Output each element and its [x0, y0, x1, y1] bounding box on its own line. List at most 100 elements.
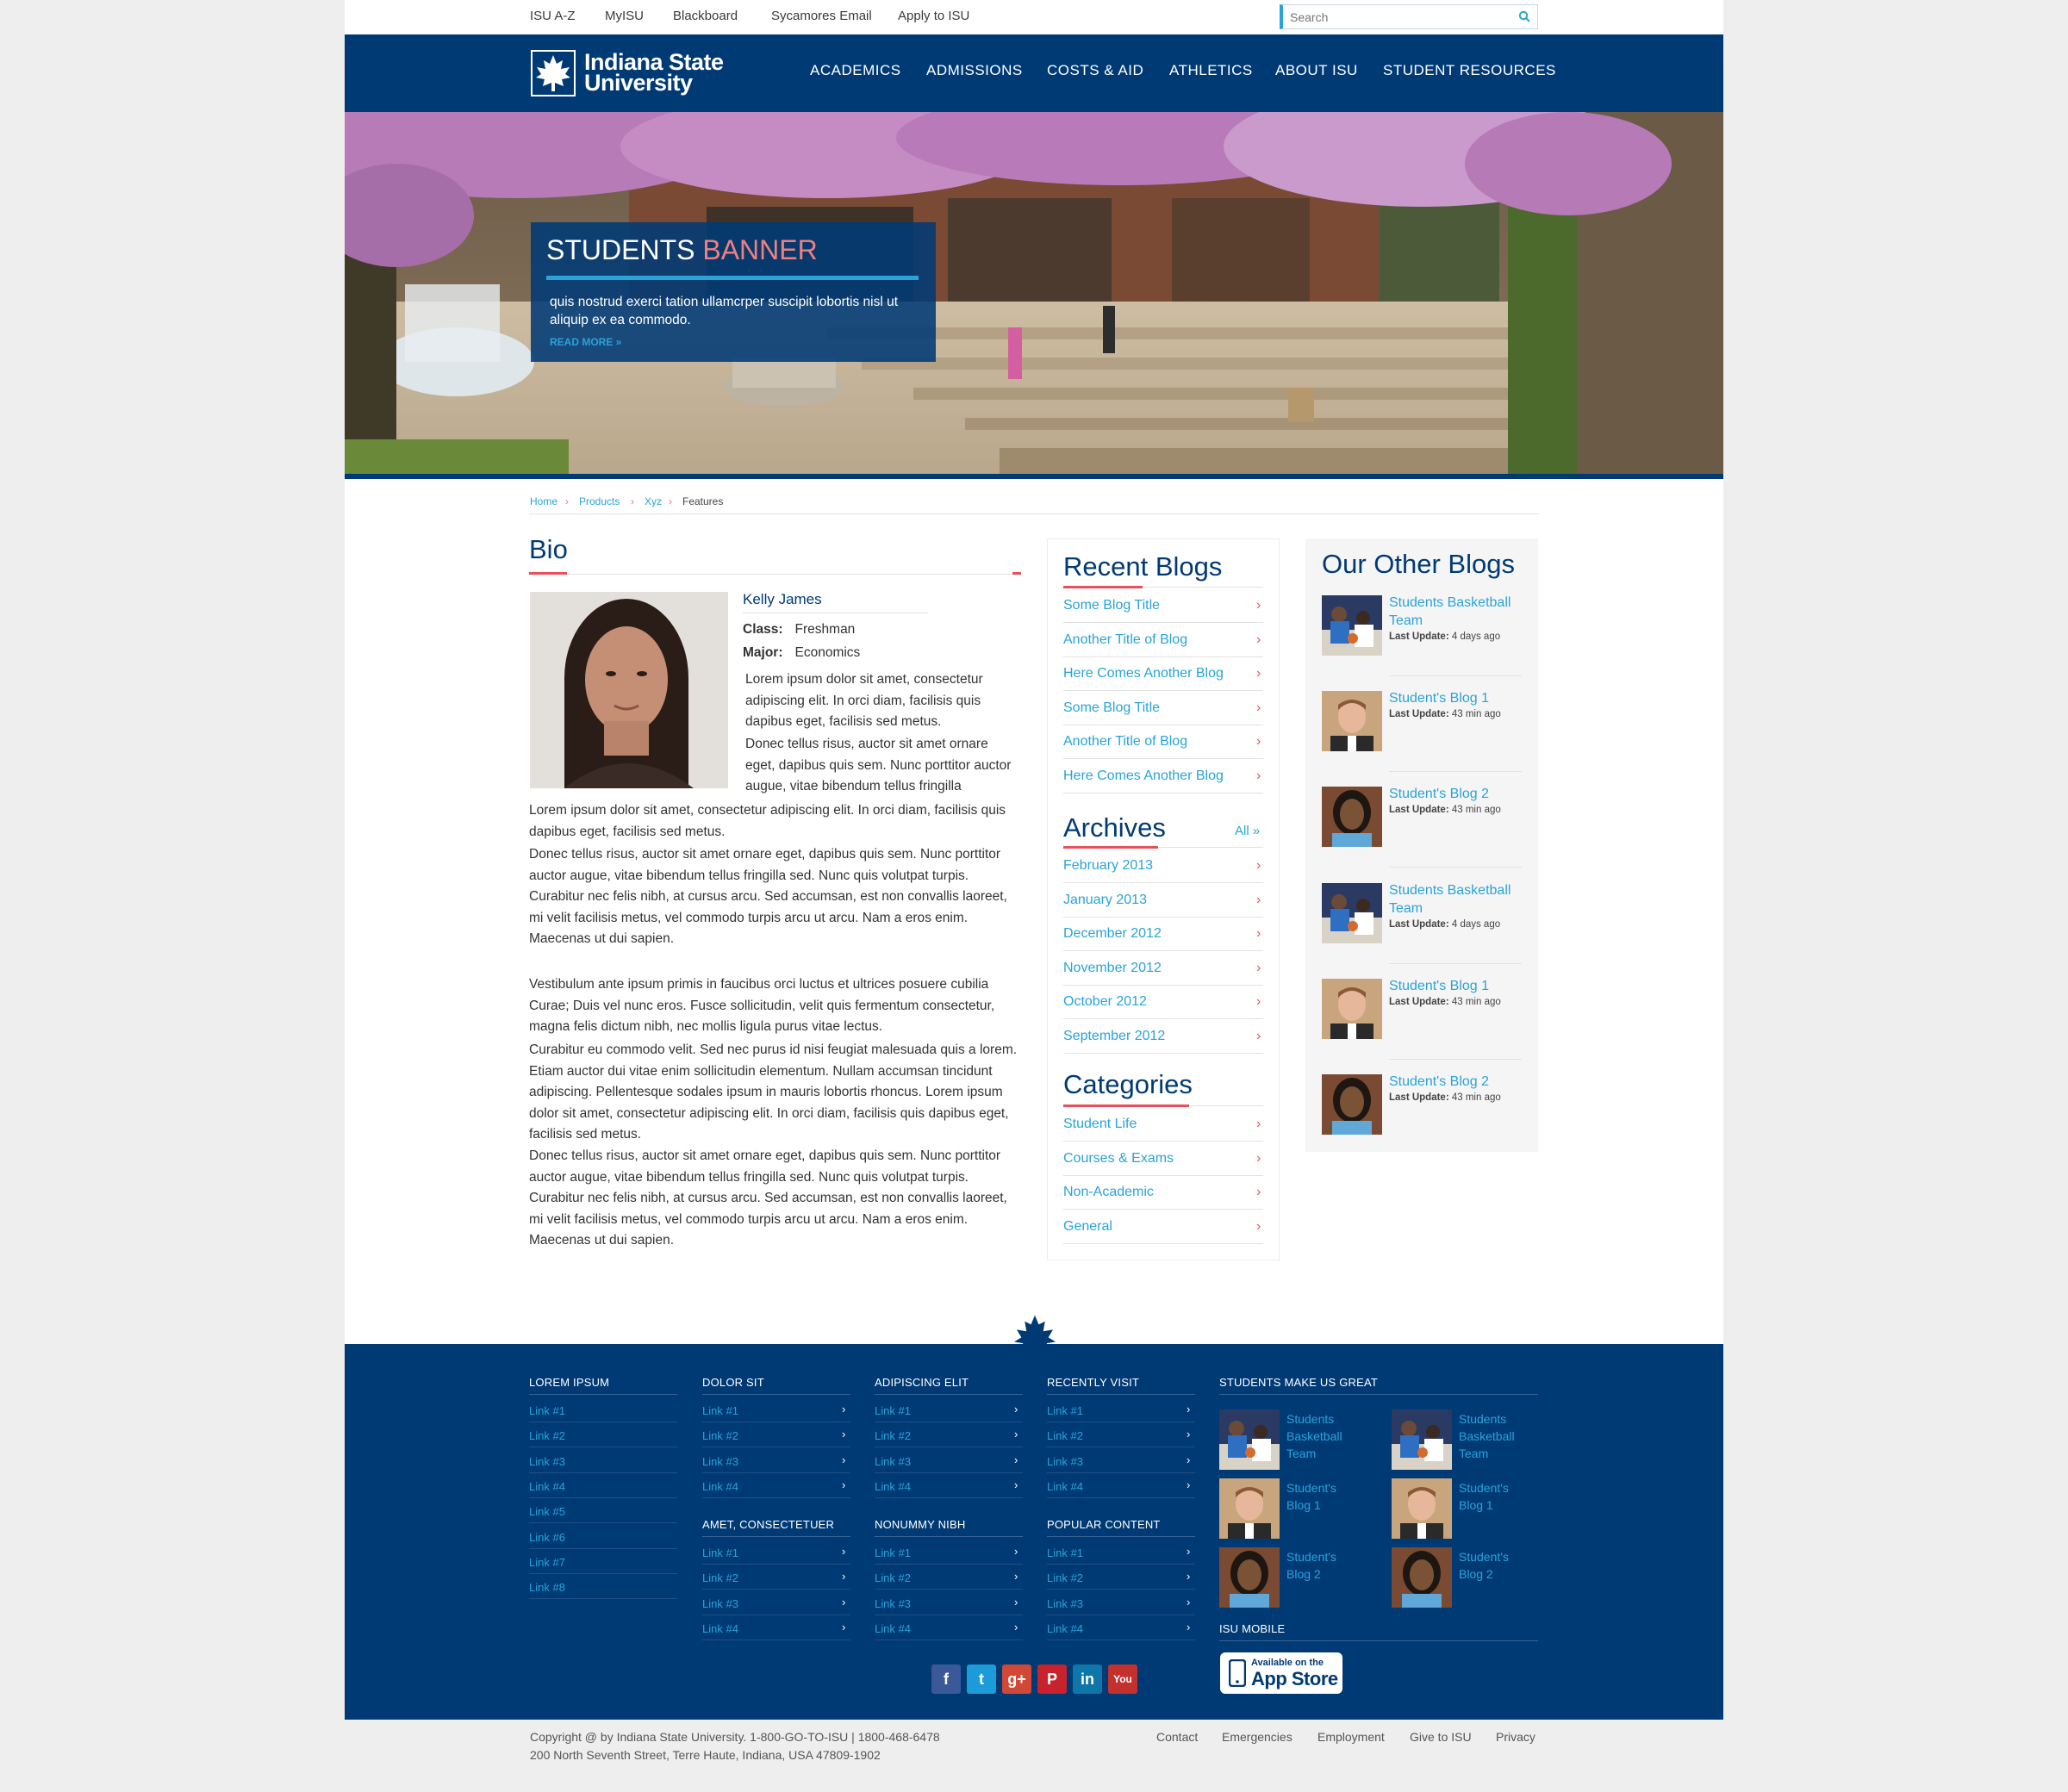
- util-link-sycamores-email[interactable]: Sycamores Email: [771, 9, 872, 23]
- util-link-apply[interactable]: Apply to ISU: [898, 9, 969, 23]
- footer-student-thumbnail[interactable]: [1392, 1478, 1452, 1539]
- footer-link[interactable]: Link #4: [702, 1622, 738, 1635]
- footer-link[interactable]: Link #1: [702, 1546, 738, 1559]
- util-link-blackboard[interactable]: Blackboard: [673, 9, 738, 23]
- footer-link[interactable]: Link #4: [875, 1622, 911, 1635]
- footer-link[interactable]: Link #1: [529, 1404, 565, 1417]
- archive-item[interactable]: January 2013: [1063, 893, 1147, 908]
- footer-link[interactable]: Link #3: [702, 1597, 738, 1610]
- archive-item[interactable]: September 2012: [1063, 1029, 1165, 1044]
- footer-link[interactable]: Link #8: [529, 1581, 565, 1594]
- nav-about-isu[interactable]: ABOUT ISU: [1275, 62, 1358, 79]
- recent-blog-item[interactable]: Another Title of Blog: [1063, 632, 1187, 648]
- google-plus-icon[interactable]: g+: [1002, 1664, 1031, 1694]
- footer-student-link[interactable]: Student's Blog 1: [1459, 1479, 1528, 1514]
- bottom-link[interactable]: Privacy: [1496, 1730, 1535, 1744]
- other-blog-title[interactable]: Students Basketball Team: [1389, 594, 1518, 630]
- footer-link[interactable]: Link #2: [875, 1429, 911, 1442]
- footer-student-link[interactable]: Students Basketball Team: [1286, 1410, 1355, 1462]
- app-store-badge[interactable]: Available on the App Store: [1220, 1652, 1342, 1694]
- footer-link[interactable]: Link #6: [529, 1531, 565, 1544]
- footer-link[interactable]: Link #1: [1047, 1546, 1083, 1559]
- footer-student-thumbnail[interactable]: [1392, 1409, 1452, 1470]
- footer-link[interactable]: Link #2: [702, 1429, 738, 1442]
- nav-costs-aid[interactable]: COSTS & AID: [1047, 62, 1143, 79]
- other-blog-title[interactable]: Student's Blog 1: [1389, 977, 1518, 995]
- footer-student-link[interactable]: Student's Blog 2: [1286, 1548, 1355, 1583]
- nav-admissions[interactable]: ADMISSIONS: [926, 62, 1023, 79]
- footer-student-link[interactable]: Student's Blog 1: [1286, 1479, 1355, 1514]
- isu-logo[interactable]: Indiana State University: [531, 50, 746, 98]
- footer-link[interactable]: Link #2: [1047, 1429, 1083, 1442]
- blog-thumbnail[interactable]: [1322, 882, 1382, 943]
- pinterest-icon[interactable]: P: [1037, 1664, 1067, 1694]
- footer-link[interactable]: Link #3: [702, 1455, 738, 1468]
- recent-blog-item[interactable]: Here Comes Another Blog: [1063, 768, 1224, 784]
- footer-link[interactable]: Link #2: [875, 1571, 911, 1584]
- facebook-icon[interactable]: f: [931, 1664, 961, 1694]
- nav-student-resources[interactable]: STUDENT RESOURCES: [1383, 62, 1556, 79]
- footer-link[interactable]: Link #5: [529, 1505, 565, 1518]
- other-blog-title[interactable]: Student's Blog 1: [1389, 689, 1518, 707]
- archive-item[interactable]: December 2012: [1063, 926, 1162, 942]
- footer-link[interactable]: Link #3: [875, 1597, 911, 1610]
- archives-all-link[interactable]: All »: [1235, 824, 1260, 838]
- linkedin-icon[interactable]: in: [1073, 1664, 1102, 1694]
- footer-link[interactable]: Link #3: [1047, 1455, 1083, 1468]
- search-icon[interactable]: [1518, 10, 1530, 22]
- util-link-isu-az[interactable]: ISU A-Z: [530, 9, 576, 23]
- footer-link[interactable]: Link #4: [1047, 1622, 1083, 1635]
- recent-blog-item[interactable]: Here Comes Another Blog: [1063, 666, 1224, 681]
- blog-thumbnail[interactable]: [1322, 595, 1382, 656]
- category-item[interactable]: Student Life: [1063, 1117, 1137, 1132]
- footer-link[interactable]: Link #3: [529, 1455, 565, 1468]
- bottom-link[interactable]: Emergencies: [1222, 1730, 1292, 1744]
- util-link-myisu[interactable]: MyISU: [605, 9, 644, 23]
- footer-link[interactable]: Link #2: [1047, 1571, 1083, 1584]
- banner-read-more-link[interactable]: READ MORE »: [550, 336, 621, 348]
- bottom-link[interactable]: Employment: [1317, 1730, 1385, 1744]
- footer-student-thumbnail[interactable]: [1392, 1547, 1452, 1608]
- recent-blog-item[interactable]: Some Blog Title: [1063, 598, 1160, 613]
- recent-blog-item[interactable]: Some Blog Title: [1063, 700, 1160, 716]
- blog-thumbnail[interactable]: [1322, 978, 1382, 1039]
- footer-student-link[interactable]: Student's Blog 2: [1459, 1548, 1528, 1583]
- breadcrumb-xyz[interactable]: Xyz: [645, 495, 662, 507]
- breadcrumb-home[interactable]: Home: [530, 495, 557, 507]
- footer-link[interactable]: Link #4: [529, 1480, 565, 1493]
- footer-link[interactable]: Link #1: [1047, 1404, 1083, 1417]
- archive-item[interactable]: October 2012: [1063, 994, 1147, 1010]
- footer-link[interactable]: Link #3: [875, 1455, 911, 1468]
- archive-item[interactable]: February 2013: [1063, 858, 1153, 874]
- category-item[interactable]: General: [1063, 1219, 1112, 1235]
- footer-link[interactable]: Link #4: [1047, 1480, 1083, 1493]
- search-input[interactable]: [1283, 5, 1507, 28]
- youtube-icon[interactable]: You: [1108, 1664, 1137, 1694]
- blog-thumbnail[interactable]: [1322, 787, 1382, 848]
- bottom-link[interactable]: Contact: [1156, 1730, 1198, 1744]
- footer-link[interactable]: Link #4: [875, 1480, 911, 1493]
- footer-link[interactable]: Link #7: [529, 1556, 565, 1569]
- category-item[interactable]: Non-Academic: [1063, 1185, 1154, 1200]
- footer-link[interactable]: Link #1: [702, 1404, 738, 1417]
- other-blog-title[interactable]: Student's Blog 2: [1389, 785, 1518, 803]
- blog-thumbnail[interactable]: [1322, 691, 1382, 752]
- recent-blog-item[interactable]: Another Title of Blog: [1063, 734, 1187, 750]
- footer-link[interactable]: Link #3: [1047, 1597, 1083, 1610]
- blog-thumbnail[interactable]: [1322, 1074, 1382, 1135]
- footer-link[interactable]: Link #4: [702, 1480, 738, 1493]
- footer-link[interactable]: Link #2: [702, 1571, 738, 1584]
- footer-student-link[interactable]: Students Basketball Team: [1459, 1410, 1528, 1462]
- breadcrumb-products[interactable]: Products: [579, 495, 620, 507]
- other-blog-title[interactable]: Student's Blog 2: [1389, 1073, 1518, 1091]
- footer-link[interactable]: Link #1: [875, 1546, 911, 1559]
- bottom-link[interactable]: Give to ISU: [1410, 1730, 1472, 1744]
- footer-link[interactable]: Link #2: [529, 1429, 565, 1442]
- nav-academics[interactable]: ACADEMICS: [810, 62, 901, 79]
- footer-student-thumbnail[interactable]: [1219, 1409, 1280, 1470]
- archive-item[interactable]: November 2012: [1063, 961, 1162, 976]
- nav-athletics[interactable]: ATHLETICS: [1169, 62, 1253, 79]
- footer-student-thumbnail[interactable]: [1219, 1547, 1280, 1608]
- other-blog-title[interactable]: Students Basketball Team: [1389, 881, 1518, 918]
- category-item[interactable]: Courses & Exams: [1063, 1151, 1174, 1167]
